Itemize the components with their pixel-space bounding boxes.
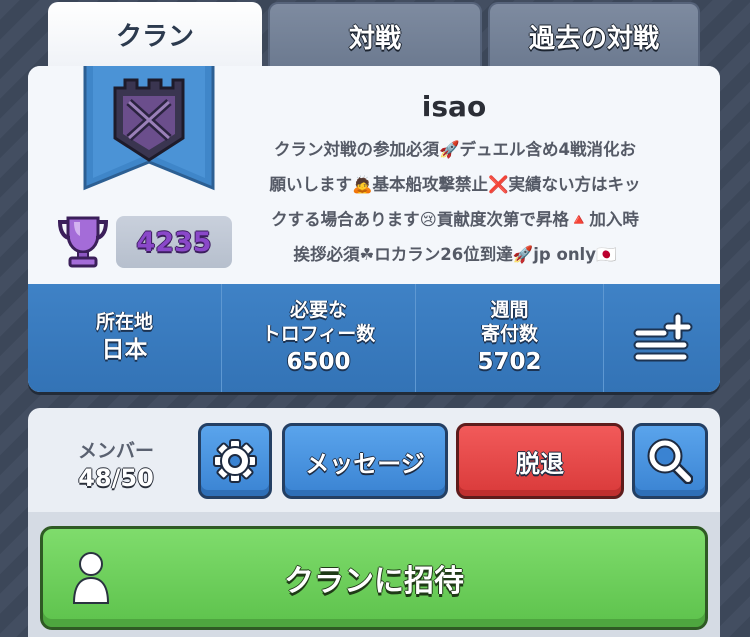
member-label: メンバー [77, 440, 154, 462]
invite-to-clan-button[interactable]: クランに招待 [40, 526, 708, 630]
stat-required-value: 6500 [286, 349, 351, 375]
trophy-icon [58, 216, 108, 268]
tab-clan-label: クラン [115, 22, 194, 52]
clan-description-line: 挨拶必須☘ロカラン26位到達🚀jp only🇯🇵 [293, 245, 617, 264]
leave-clan-button[interactable]: 脱退 [456, 423, 624, 499]
clan-description-line: クラン対戦の参加必須🚀デュエル含め4戦消化お [273, 140, 637, 159]
tab-clan[interactable]: クラン [48, 2, 262, 74]
person-icon [72, 552, 110, 604]
stat-location-value: 日本 [101, 337, 148, 363]
tab-battle[interactable]: 対戦 [268, 2, 482, 74]
stat-location-label: 所在地 [95, 311, 153, 333]
stat-required-label-line2: トロフィー数 [261, 323, 376, 345]
stat-required-label-line1: 必要な [289, 299, 347, 321]
message-button-label: メッセージ [305, 449, 425, 478]
clan-stats-bar: 所在地 日本 必要な トロフィー数 6500 週間 寄付数 5702 [28, 284, 720, 392]
tab-past-battles[interactable]: 過去の対戦 [488, 2, 700, 74]
invite-button-label: クランに招待 [284, 564, 464, 599]
clan-info-card: 4235 isao クラン対戦の参加必須🚀デュエル含め4戦消化お 願いします🙇基… [28, 66, 720, 392]
clan-badge-icon [83, 66, 215, 191]
stat-required-trophies: 必要な トロフィー数 6500 [222, 284, 416, 392]
tab-battle-label: 対戦 [348, 24, 401, 54]
clan-description: クラン対戦の参加必須🚀デュエル含め4戦消化お 願いします🙇基本船攻撃禁止❌実績な… [250, 132, 660, 272]
clan-trophy-score: 4235 [116, 216, 232, 268]
stat-location: 所在地 日本 [28, 284, 222, 392]
clan-name: isao [421, 90, 487, 123]
clan-description-line: クする場合あります😢貢献度次第で昇格🔺加入時 [271, 210, 639, 229]
search-button[interactable] [632, 423, 708, 499]
more-info-button[interactable] [604, 284, 720, 392]
magnifier-icon [647, 438, 693, 484]
stat-weekly-label-line1: 週間 [490, 299, 529, 321]
gear-icon [213, 439, 257, 483]
tab-past-battles-label: 過去の対戦 [528, 24, 659, 54]
clan-info-header: 4235 isao クラン対戦の参加必須🚀デュエル含め4戦消化お 願いします🙇基… [28, 66, 720, 284]
stat-weekly-label-line2: 寄付数 [480, 323, 538, 345]
stat-weekly-donations: 週間 寄付数 5702 [416, 284, 604, 392]
list-plus-icon [633, 312, 693, 362]
settings-button[interactable] [198, 423, 272, 499]
members-panel: メンバー 48/50 メッセージ 脱退 クランに招待 [28, 408, 720, 637]
message-button[interactable]: メッセージ [282, 423, 448, 499]
leave-clan-button-label: 脱退 [516, 449, 564, 478]
member-count: 48/50 [78, 464, 154, 492]
clan-description-line: 願いします🙇基本船攻撃禁止❌実績ない方はキッ [269, 175, 641, 194]
stat-weekly-value: 5702 [477, 349, 542, 375]
